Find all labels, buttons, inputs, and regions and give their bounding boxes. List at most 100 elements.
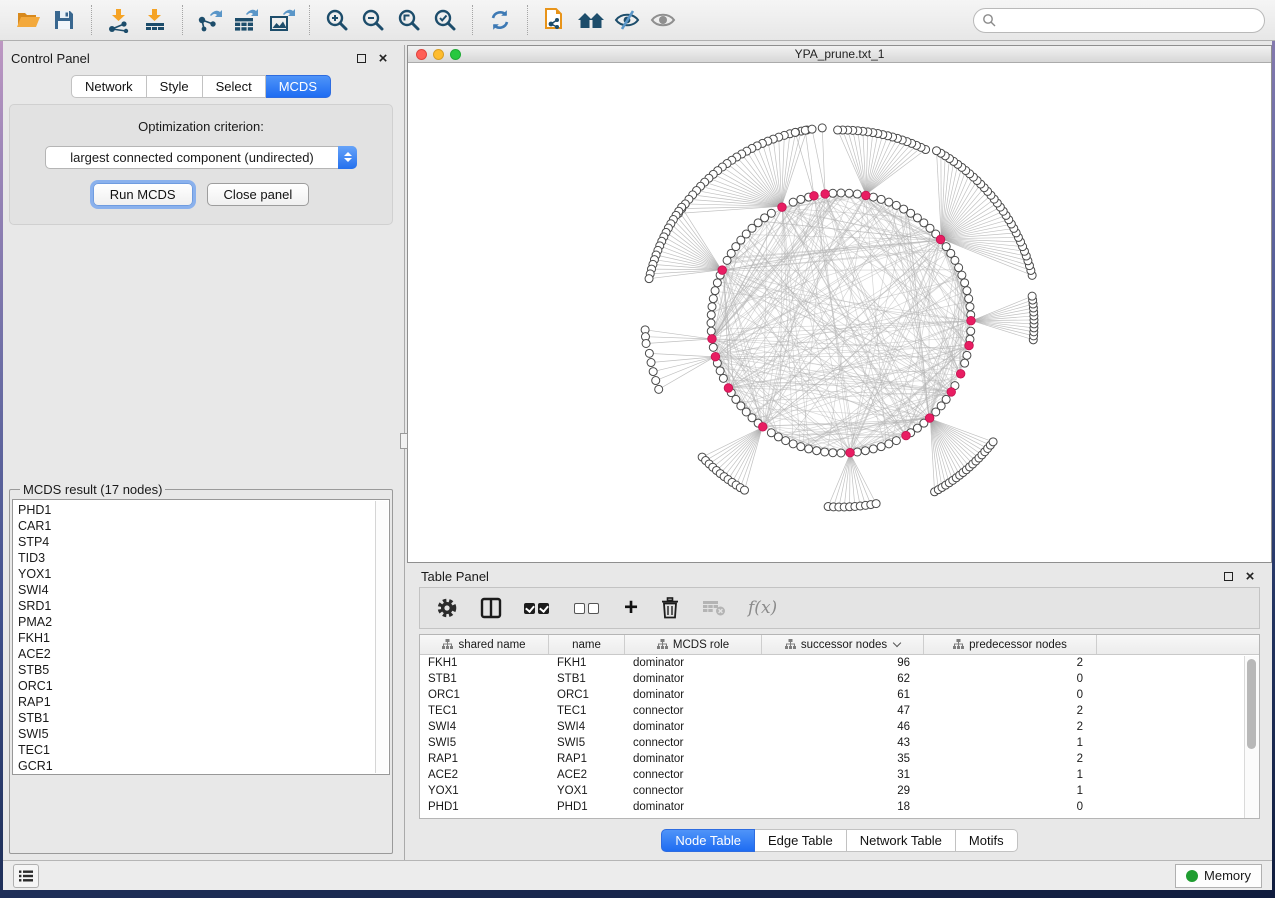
mcds-result-group: MCDS result (17 nodes) PHD1CAR1STP4TID3Y…	[9, 482, 393, 854]
zoom-out-icon[interactable]	[355, 4, 391, 36]
result-list-item[interactable]: PMA2	[18, 614, 373, 630]
result-list-item[interactable]: STB1	[18, 710, 373, 726]
memory-label: Memory	[1204, 868, 1251, 883]
hide-selected-icon[interactable]	[609, 4, 645, 36]
window-zoom-icon[interactable]	[450, 49, 461, 60]
table-row[interactable]: SWI5SWI5connector431	[420, 735, 1259, 751]
result-list-item[interactable]: ACE2	[18, 646, 373, 662]
column-header-shared-name[interactable]: shared name	[420, 635, 549, 654]
window-minimize-icon[interactable]	[433, 49, 444, 60]
result-scrollbar[interactable]	[375, 501, 388, 773]
share-document-icon[interactable]	[537, 4, 573, 36]
split-divider[interactable]	[401, 45, 407, 860]
network-canvas[interactable]	[408, 63, 1271, 562]
table-row[interactable]: ACE2ACE2connector311	[420, 767, 1259, 783]
result-list-item[interactable]: FKH1	[18, 630, 373, 646]
refresh-view-icon[interactable]	[482, 4, 518, 36]
close-panel-button[interactable]: Close panel	[207, 183, 310, 206]
save-session-icon[interactable]	[46, 4, 82, 36]
optimization-selected-value: largest connected component (undirected)	[46, 150, 338, 165]
optimization-select[interactable]: largest connected component (undirected)	[45, 146, 357, 169]
table-scrollbar[interactable]	[1244, 656, 1259, 818]
export-table-icon[interactable]	[228, 4, 264, 36]
network-window-titlebar[interactable]: YPA_prune.txt_1	[408, 46, 1271, 63]
zoom-selected-icon[interactable]	[427, 4, 463, 36]
result-list-item[interactable]: TEC1	[18, 742, 373, 758]
column-header-MCDS-role[interactable]: MCDS role	[625, 635, 762, 654]
column-header-predecessor-nodes[interactable]: predecessor nodes	[924, 635, 1097, 654]
table-scrollbar-thumb[interactable]	[1247, 659, 1256, 749]
float-table-panel-icon[interactable]	[1220, 568, 1236, 584]
home-networks-icon[interactable]	[573, 4, 609, 36]
delete-column-trash-icon[interactable]	[660, 593, 680, 623]
table-tab-edge-table[interactable]: Edge Table	[755, 829, 847, 852]
table-header-row: shared namenameMCDS rolesuccessor nodesp…	[420, 635, 1259, 655]
float-panel-icon[interactable]	[353, 50, 369, 66]
table-row[interactable]: TEC1TEC1connector472	[420, 703, 1259, 719]
export-network-icon[interactable]	[192, 4, 228, 36]
zoom-fit-icon[interactable]	[391, 4, 427, 36]
table-tab-motifs[interactable]: Motifs	[956, 829, 1018, 852]
table-row[interactable]: FKH1FKH1dominator962	[420, 655, 1259, 671]
mcds-result-list[interactable]: PHD1CAR1STP4TID3YOX1SWI4SRD1PMA2FKH1ACE2…	[12, 499, 390, 775]
result-list-item[interactable]: SWI4	[18, 582, 373, 598]
toolbar-separator	[91, 5, 92, 35]
result-list-item[interactable]: CAR1	[18, 518, 373, 534]
table-cell: ORC1	[420, 687, 549, 703]
search-input[interactable]	[1001, 13, 1256, 27]
table-row[interactable]: ORC1ORC1dominator610	[420, 687, 1259, 703]
result-list-item[interactable]: STB5	[18, 662, 373, 678]
table-settings-gear-icon[interactable]	[436, 593, 458, 623]
node-table[interactable]: shared namenameMCDS rolesuccessor nodesp…	[419, 634, 1260, 819]
network-window-title: YPA_prune.txt_1	[795, 47, 885, 61]
result-list-item[interactable]: ORC1	[18, 678, 373, 694]
table-cell: ORC1	[549, 687, 625, 703]
table-row[interactable]: SWI4SWI4dominator462	[420, 719, 1259, 735]
network-graph[interactable]	[408, 63, 1271, 562]
window-close-icon[interactable]	[416, 49, 427, 60]
table-row[interactable]: RAP1RAP1dominator352	[420, 751, 1259, 767]
result-list-item[interactable]: YOX1	[18, 566, 373, 582]
result-list-item[interactable]: PHD1	[18, 502, 373, 518]
search-box[interactable]	[973, 8, 1265, 33]
show-columns-icon[interactable]	[480, 593, 502, 623]
table-row[interactable]: YOX1YOX1connector291	[420, 783, 1259, 799]
column-header-successor-nodes[interactable]: successor nodes	[762, 635, 924, 654]
table-body: FKH1FKH1dominator962STB1STB1dominator620…	[420, 655, 1259, 815]
result-list-item[interactable]: STP4	[18, 534, 373, 550]
export-image-icon[interactable]	[264, 4, 300, 36]
table-row[interactable]: PHD1PHD1dominator180	[420, 799, 1259, 815]
result-list-item[interactable]: RAP1	[18, 694, 373, 710]
zoom-in-icon[interactable]	[319, 4, 355, 36]
result-list-item[interactable]: SWI5	[18, 726, 373, 742]
close-panel-icon[interactable]: ×	[375, 50, 391, 66]
import-table-icon[interactable]	[137, 4, 173, 36]
close-table-panel-icon[interactable]: ×	[1242, 568, 1258, 584]
result-list-item[interactable]: TID3	[18, 550, 373, 566]
table-cell: 2	[924, 655, 1097, 671]
memory-button[interactable]: Memory	[1175, 864, 1262, 888]
import-network-icon[interactable]	[101, 4, 137, 36]
table-tab-node-table[interactable]: Node Table	[661, 829, 755, 852]
open-file-icon[interactable]	[10, 4, 46, 36]
add-column-icon[interactable]: +	[624, 593, 638, 623]
table-cell: 46	[762, 719, 924, 735]
result-list-item[interactable]: SRD1	[18, 598, 373, 614]
result-list-item[interactable]: GCR1	[18, 758, 373, 774]
show-hidden-icon[interactable]	[645, 4, 681, 36]
table-cell: SWI4	[420, 719, 549, 735]
tab-select[interactable]: Select	[203, 75, 266, 98]
deselect-all-icon[interactable]	[574, 593, 602, 623]
tab-style[interactable]: Style	[147, 75, 203, 98]
tab-mcds[interactable]: MCDS	[266, 75, 331, 98]
table-tab-network-table[interactable]: Network Table	[847, 829, 956, 852]
run-mcds-button[interactable]: Run MCDS	[93, 183, 193, 206]
select-all-icon[interactable]	[524, 593, 552, 623]
table-row[interactable]: STB1STB1dominator620	[420, 671, 1259, 687]
mcds-panel: Optimization criterion: largest connecte…	[9, 104, 393, 225]
column-header-name[interactable]: name	[549, 635, 625, 654]
network-window: YPA_prune.txt_1	[407, 45, 1272, 563]
tab-network[interactable]: Network	[71, 75, 147, 98]
divider-grip[interactable]	[400, 433, 408, 449]
task-history-icon[interactable]	[13, 864, 39, 888]
